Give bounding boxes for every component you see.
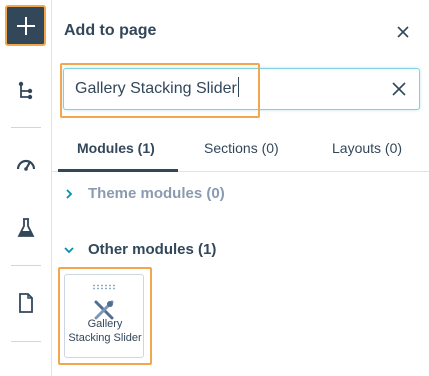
clear-search-icon[interactable] xyxy=(391,81,407,97)
module-highlight-outline xyxy=(58,267,152,365)
flask-icon xyxy=(17,218,35,237)
structure-button[interactable] xyxy=(14,78,38,102)
document-icon xyxy=(19,293,33,313)
search-highlight-outline xyxy=(60,63,260,118)
group-other-modules[interactable]: Other modules (1) xyxy=(64,241,216,258)
test-button[interactable] xyxy=(14,216,38,240)
speedometer-icon xyxy=(16,159,36,171)
group-label: Theme modules (0) xyxy=(88,185,225,202)
tab-bar: Modules (1) Sections (0) Layouts (0) xyxy=(52,128,429,172)
active-tab-indicator xyxy=(58,169,178,172)
add-button[interactable] xyxy=(5,5,46,46)
tab-modules[interactable]: Modules (1) xyxy=(77,140,155,156)
left-rail xyxy=(0,0,52,376)
chevron-down-icon xyxy=(64,246,74,253)
tab-layouts[interactable]: Layouts (0) xyxy=(332,140,402,156)
close-icon[interactable] xyxy=(395,24,411,40)
page-settings-button[interactable] xyxy=(14,291,38,315)
group-label: Other modules (1) xyxy=(88,241,217,258)
rail-divider xyxy=(11,127,41,128)
rail-divider xyxy=(11,265,41,266)
tree-structure-icon xyxy=(18,81,33,100)
panel-title: Add to page xyxy=(64,22,157,39)
add-to-page-panel: Add to page Gallery Stacking Slider Modu… xyxy=(52,0,429,376)
tab-sections[interactable]: Sections (0) xyxy=(204,140,279,156)
optimize-button[interactable] xyxy=(14,152,38,176)
rail-divider xyxy=(11,341,41,342)
plus-icon xyxy=(16,16,35,35)
group-theme-modules[interactable]: Theme modules (0) xyxy=(64,185,225,202)
chevron-right-icon xyxy=(66,188,73,199)
